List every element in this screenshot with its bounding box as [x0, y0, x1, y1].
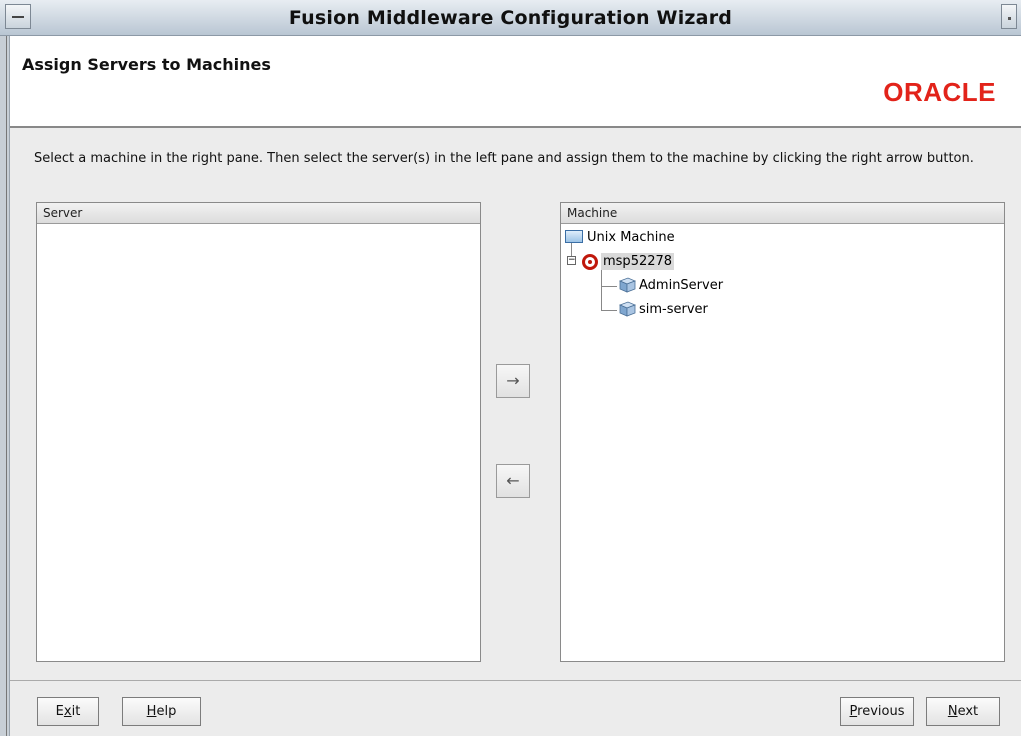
button-mnemonic: H [146, 704, 157, 719]
button-label: it [71, 704, 81, 719]
tree-connector [601, 270, 602, 311]
tree-node-machine[interactable]: − msp52278 [567, 252, 675, 272]
wizard-header: Assign Servers to Machines ORACLE [10, 37, 1021, 126]
button-mnemonic: P [849, 704, 858, 719]
machine-pane-header: Machine [561, 203, 1004, 224]
unassign-left-arrow-button[interactable]: ← [496, 464, 530, 498]
folder-icon [565, 230, 583, 243]
tree-node-label: msp52278 [601, 253, 675, 270]
exit-button[interactable]: Exit [37, 697, 99, 726]
server-icon [619, 277, 636, 293]
tree-node-label: AdminServer [639, 278, 724, 293]
button-mnemonic: x [63, 704, 72, 719]
window-frame-left [0, 36, 10, 736]
wizard-footer: Exit Help Previous Next [10, 681, 1021, 736]
right-arrow-icon: → [506, 371, 520, 390]
tree-node-server[interactable]: AdminServer [619, 276, 723, 296]
button-label: revious [857, 704, 905, 719]
button-mnemonic: N [947, 704, 958, 719]
button-label: ext [957, 704, 979, 719]
help-button[interactable]: Help [122, 697, 201, 726]
window-maximize-button[interactable] [1001, 4, 1017, 29]
assign-right-arrow-button[interactable]: → [496, 364, 530, 398]
window-title: Fusion Middleware Configuration Wizard [288, 7, 733, 29]
server-pane-header: Server [37, 203, 480, 224]
next-button[interactable]: Next [926, 697, 1000, 726]
page-title: Assign Servers to Machines [22, 55, 271, 74]
wizard-content: Select a machine in the right pane. Then… [10, 128, 1021, 680]
collapse-toggle-icon[interactable]: − [567, 256, 576, 265]
window-titlebar[interactable]: Fusion Middleware Configuration Wizard [0, 0, 1021, 36]
tree-node-label: sim-server [639, 302, 708, 317]
button-label: elp [156, 704, 177, 719]
tree-node-server[interactable]: sim-server [619, 300, 708, 320]
tree-connector [601, 310, 617, 311]
tree-node-unix-machine[interactable]: Unix Machine [565, 228, 675, 248]
machine-icon [582, 253, 598, 270]
machine-pane[interactable]: Machine Unix Machine − msp52278 AdminServ… [560, 202, 1005, 662]
button-label: E [55, 704, 64, 719]
instruction-text: Select a machine in the right pane. Then… [34, 151, 974, 166]
server-icon [619, 301, 636, 317]
server-pane[interactable]: Server [36, 202, 481, 662]
tree-node-label: Unix Machine [587, 230, 675, 245]
previous-button[interactable]: Previous [840, 697, 914, 726]
maximize-icon [1008, 17, 1011, 20]
left-arrow-icon: ← [506, 471, 520, 490]
oracle-logo: ORACLE [883, 77, 996, 107]
tree-connector [601, 286, 617, 287]
server-list[interactable] [37, 224, 480, 661]
